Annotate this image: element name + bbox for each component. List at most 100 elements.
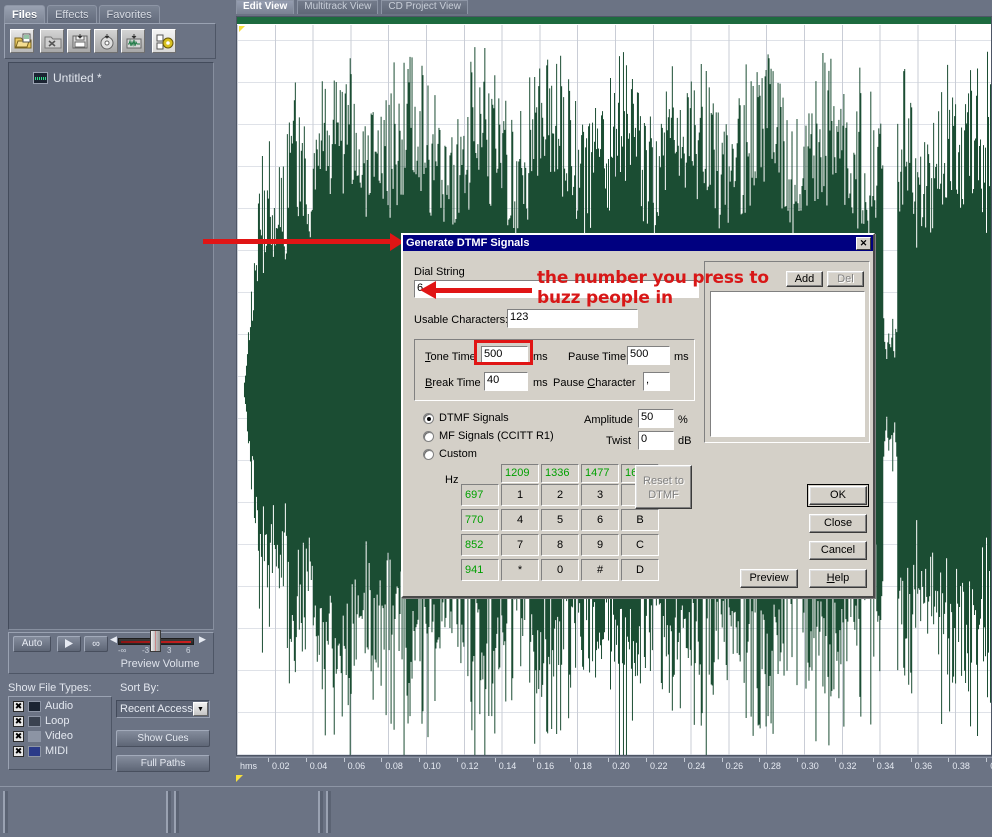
help-button[interactable]: Help <box>809 569 867 588</box>
pause-character-input[interactable]: , <box>643 372 670 391</box>
dialog-title-bar[interactable]: Generate DTMF Signals ✕ <box>403 235 873 251</box>
keypad-key[interactable]: 2 <box>541 484 579 506</box>
keypad-key[interactable]: 8 <box>541 534 579 556</box>
show-cues-button[interactable]: Show Cues <box>116 730 210 747</box>
usable-characters-input[interactable]: 123 <box>507 309 638 328</box>
batch-process-button[interactable] <box>152 29 176 53</box>
toolbar-grip[interactable] <box>174 791 179 833</box>
close-icon[interactable]: ✕ <box>856 236 871 250</box>
radio-mf-signals[interactable]: MF Signals (CCITT R1) <box>423 430 554 442</box>
toolbar-grip[interactable] <box>318 791 323 833</box>
save-file-button[interactable] <box>67 29 91 53</box>
app-window: Files Effects Favorites Untitled * Auto … <box>0 0 992 837</box>
ruler-tick <box>986 758 988 762</box>
file-type-video[interactable]: ✖ Video <box>13 730 111 742</box>
pause-time-input[interactable]: 500 <box>627 346 670 365</box>
ok-button[interactable]: OK <box>807 484 869 507</box>
radio-dtmf-signals[interactable]: DTMF Signals <box>423 412 509 424</box>
toolbar-grip[interactable] <box>166 791 171 833</box>
dial-presets-list[interactable] <box>710 291 865 437</box>
ruler-tick-label: 0.02 <box>272 761 290 771</box>
keypad-key[interactable]: 3 <box>581 484 619 506</box>
audio-icon <box>28 700 41 712</box>
pause-character-label: Pause Character <box>553 377 636 389</box>
radio-indicator[interactable] <box>423 412 434 424</box>
radio-custom[interactable]: Custom <box>423 448 477 460</box>
checkbox-loop[interactable]: ✖ <box>13 715 24 727</box>
keypad-key[interactable]: 4 <box>501 509 539 531</box>
amplitude-value: 50 <box>641 411 654 423</box>
break-time-input[interactable]: 40 <box>484 372 528 391</box>
radio-indicator[interactable] <box>423 448 434 460</box>
list-item[interactable]: Untitled * <box>33 71 213 85</box>
break-time-value: 40 <box>487 374 500 386</box>
keypad-key[interactable]: D <box>621 559 659 581</box>
preview-button[interactable]: Preview <box>740 569 798 588</box>
tab-files[interactable]: Files <box>4 5 46 23</box>
close-button[interactable]: Close <box>809 514 867 533</box>
checkbox-midi[interactable]: ✖ <box>13 745 24 757</box>
frequency-corner-label: Hz <box>445 474 459 486</box>
volume-decrease-arrow[interactable]: ◀ <box>110 634 117 645</box>
tab-favorites[interactable]: Favorites <box>98 5 160 23</box>
keypad-key[interactable]: B <box>621 509 659 531</box>
keypad-key[interactable]: # <box>581 559 619 581</box>
twist-unit: dB <box>678 435 692 447</box>
reset-to-dtmf-button[interactable]: Reset to DTMF <box>635 465 692 509</box>
toolbar-grip[interactable] <box>3 791 8 833</box>
toolbar-grip[interactable] <box>326 791 331 833</box>
twist-input[interactable]: 0 <box>638 431 674 450</box>
burn-cd-icon <box>100 34 114 50</box>
file-type-loop[interactable]: ✖ Loop <box>13 715 111 727</box>
ruler-tick-label: 0.28 <box>763 761 781 771</box>
keypad-key[interactable]: 0 <box>541 559 579 581</box>
sort-by-dropdown[interactable]: Recent Access ▼ <box>116 700 210 718</box>
ruler-tick-label: 0.12 <box>461 761 479 771</box>
row-frequency-header: 941 <box>461 559 499 581</box>
volume-increase-arrow[interactable]: ▶ <box>199 634 206 645</box>
keypad-key[interactable]: 7 <box>501 534 539 556</box>
keypad-key[interactable]: 9 <box>581 534 619 556</box>
radio-label: MF Signals (CCITT R1) <box>439 430 554 442</box>
close-file-button[interactable] <box>40 29 64 53</box>
keypad-key[interactable]: 6 <box>581 509 619 531</box>
preview-loop-button[interactable]: ∞ <box>84 636 108 652</box>
checkbox-audio[interactable]: ✖ <box>13 700 24 712</box>
ruler-tick <box>759 758 761 762</box>
selection-bar <box>237 17 991 24</box>
keypad-key[interactable]: 1 <box>501 484 539 506</box>
keypad-key[interactable]: * <box>501 559 539 581</box>
radio-label: DTMF Signals <box>439 412 509 424</box>
waveform-icon <box>33 72 48 84</box>
chevron-down-icon[interactable]: ▼ <box>193 702 208 716</box>
ruler-tick-label: 0.30 <box>801 761 819 771</box>
file-list[interactable]: Untitled * <box>8 62 214 630</box>
radio-indicator[interactable] <box>423 430 434 442</box>
open-file-button[interactable] <box>10 29 34 53</box>
tab-effects[interactable]: Effects <box>47 5 97 23</box>
file-type-midi[interactable]: ✖ MIDI <box>13 745 111 757</box>
full-paths-button[interactable]: Full Paths <box>116 755 210 772</box>
ruler-tick-label: 0.04 <box>309 761 328 771</box>
volume-scale-tick: 6 <box>186 646 191 655</box>
timeline-ruler[interactable]: hms 0.02 0.04 0.06 0.08 0.10 0.12 0.14 0.16 0.18… <box>236 757 992 774</box>
burn-cd-button[interactable] <box>94 29 118 53</box>
preview-play-button[interactable] <box>57 636 81 652</box>
tab-edit-view[interactable]: Edit View <box>236 0 295 14</box>
checkbox-video[interactable]: ✖ <box>13 730 24 742</box>
ruler-tick <box>835 758 836 762</box>
insert-into-multitrack-button[interactable] <box>121 29 145 53</box>
open-file-icon <box>14 33 32 49</box>
file-type-audio[interactable]: ✖ Audio <box>13 700 111 712</box>
ruler-tick-label: 0.08 <box>385 761 403 771</box>
amplitude-input[interactable]: 50 <box>638 409 674 428</box>
annotation-arrow2-head <box>420 281 436 299</box>
file-panel-tabs: Files Effects Favorites <box>4 5 162 23</box>
auto-button[interactable]: Auto <box>13 636 51 652</box>
keypad-key[interactable]: C <box>621 534 659 556</box>
cancel-button[interactable]: Cancel <box>809 541 867 560</box>
keypad-key[interactable]: 5 <box>541 509 579 531</box>
tab-multitrack-view[interactable]: Multitrack View <box>297 0 379 14</box>
tab-cd-project-view[interactable]: CD Project View <box>381 0 468 14</box>
insert-into-multitrack-icon <box>126 34 142 49</box>
